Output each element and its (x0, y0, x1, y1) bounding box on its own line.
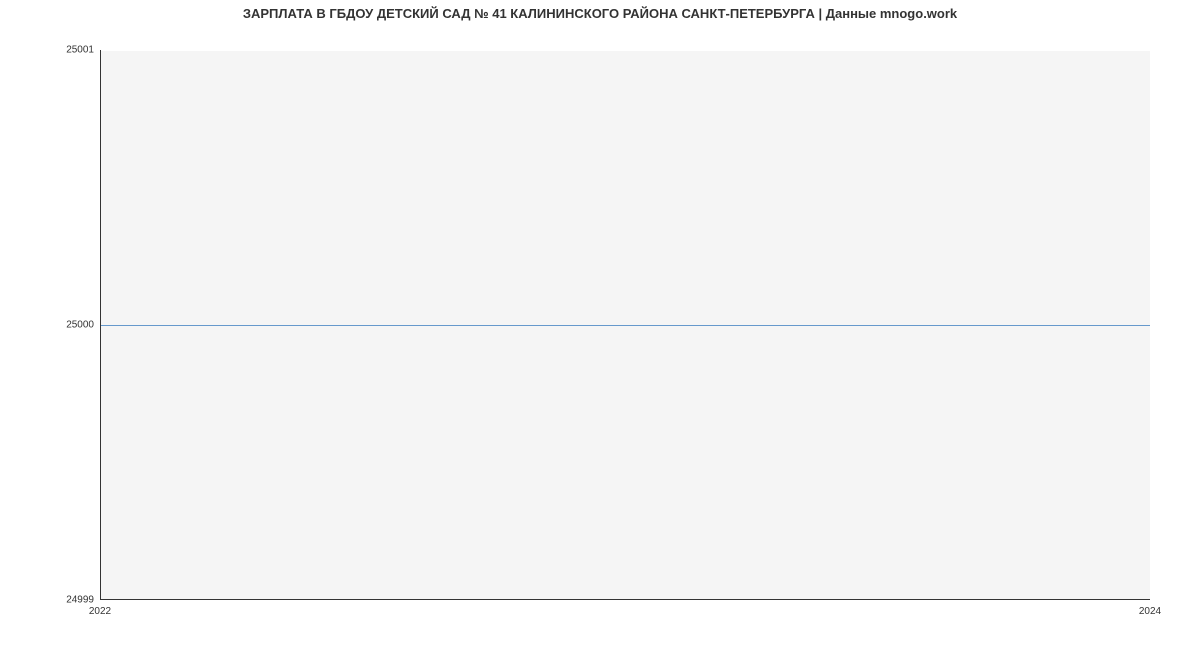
chart-title: ЗАРПЛАТА В ГБДОУ ДЕТСКИЙ САД № 41 КАЛИНИ… (0, 6, 1200, 21)
y-tick-bottom: 24999 (66, 595, 94, 606)
gridline-top (101, 50, 1150, 51)
salary-line-chart: ЗАРПЛАТА В ГБДОУ ДЕТСКИЙ САД № 41 КАЛИНИ… (0, 0, 1200, 650)
series-line (101, 325, 1150, 326)
x-tick-left: 2022 (89, 606, 111, 617)
y-tick-middle: 25000 (66, 320, 94, 331)
plot-area (100, 50, 1150, 600)
x-tick-right: 2024 (1139, 606, 1161, 617)
y-tick-top: 25001 (66, 45, 94, 56)
